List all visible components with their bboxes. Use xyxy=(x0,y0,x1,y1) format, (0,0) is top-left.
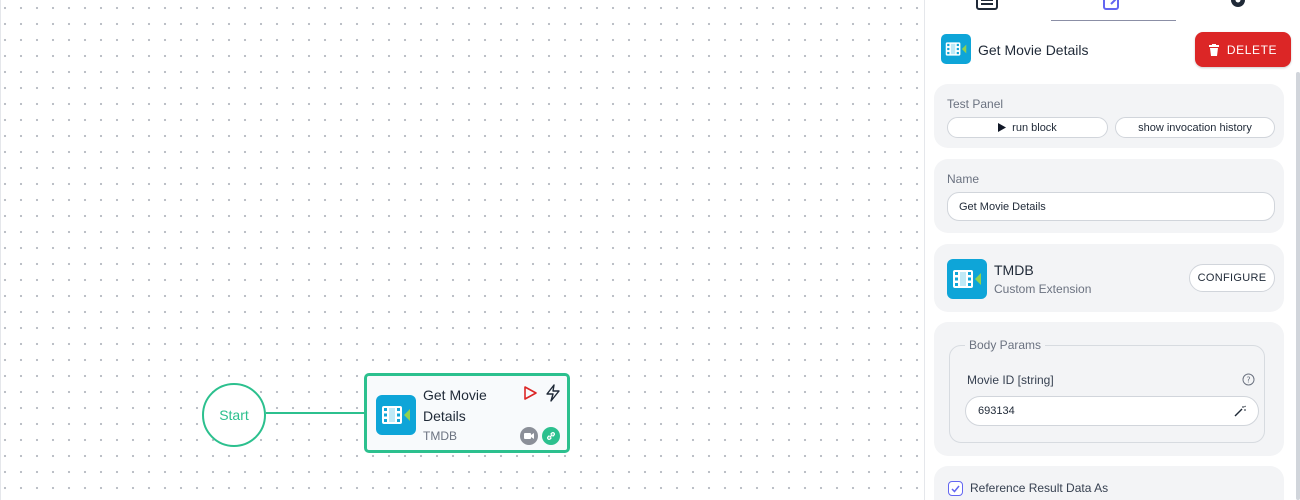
delete-button-label: DELETE xyxy=(1226,42,1278,57)
help-icon[interactable]: ? xyxy=(1242,373,1255,386)
configure-button-label: CONFIGURE xyxy=(1197,272,1267,284)
list-icon[interactable] xyxy=(976,0,998,10)
block-node-subtitle: TMDB xyxy=(423,429,457,443)
active-tab-indicator xyxy=(1051,20,1176,21)
body-params-card: Body Params Movie ID [string] ? 693134 xyxy=(934,322,1284,456)
start-node-label: Start xyxy=(219,407,249,423)
trash-icon xyxy=(1208,43,1219,56)
flow-edge[interactable] xyxy=(266,412,366,414)
block-node-get-movie-details[interactable]: Get Movie Details TMDB xyxy=(364,373,570,453)
name-label: Name xyxy=(947,172,980,186)
body-params-legend: Body Params xyxy=(965,338,1046,352)
film-icon xyxy=(376,395,416,435)
extension-card: TMDB Custom Extension CONFIGURE xyxy=(934,244,1284,312)
panel-scrollbar[interactable] xyxy=(1296,72,1300,500)
name-card: Name Get Movie Details xyxy=(934,159,1284,233)
film-icon xyxy=(941,34,971,64)
start-node[interactable]: Start xyxy=(202,383,266,447)
properties-panel: Get Movie Details DELETE Test Panel run … xyxy=(924,0,1300,500)
movie-id-input[interactable]: 693134 xyxy=(965,396,1259,426)
panel-tabbar xyxy=(925,0,1300,22)
panel-header: Get Movie Details DELETE xyxy=(941,32,1291,67)
play-icon xyxy=(998,123,1007,132)
gear-icon[interactable] xyxy=(1227,0,1249,10)
link-icon xyxy=(542,427,560,445)
name-input-value: Get Movie Details xyxy=(959,200,1046,213)
run-block-button[interactable]: run block xyxy=(947,117,1108,138)
panel-title: Get Movie Details xyxy=(978,42,1089,58)
movie-id-label: Movie ID [string] xyxy=(967,373,1054,387)
delete-button[interactable]: DELETE xyxy=(1195,32,1291,67)
edit-icon[interactable] xyxy=(1102,0,1124,10)
magic-wand-icon[interactable] xyxy=(1233,405,1246,418)
extension-type: Custom Extension xyxy=(994,282,1092,296)
run-block-label: run block xyxy=(1012,121,1057,134)
svg-text:?: ? xyxy=(1246,376,1250,385)
reference-card: Reference Result Data As xyxy=(934,466,1284,500)
body-params-fieldset xyxy=(949,345,1265,443)
camera-icon xyxy=(520,427,538,445)
name-input[interactable]: Get Movie Details xyxy=(947,192,1275,221)
reference-checkbox[interactable] xyxy=(948,481,963,496)
test-panel-card: Test Panel run block show invocation his… xyxy=(934,84,1284,148)
checkmark-icon xyxy=(951,485,960,493)
lightning-icon[interactable] xyxy=(545,384,561,402)
flow-canvas[interactable]: Start Get Movie Details TMDB xyxy=(0,0,924,500)
show-invocation-history-button[interactable]: show invocation history xyxy=(1115,117,1275,138)
movie-id-value: 693134 xyxy=(978,405,1015,417)
film-icon xyxy=(947,259,987,299)
show-invocation-history-label: show invocation history xyxy=(1138,121,1252,134)
extension-name: TMDB xyxy=(994,262,1034,278)
block-node-title: Get Movie Details xyxy=(423,387,487,424)
configure-button[interactable]: CONFIGURE xyxy=(1189,264,1275,292)
test-panel-label: Test Panel xyxy=(947,97,1004,111)
reference-label: Reference Result Data As xyxy=(970,481,1109,495)
play-icon[interactable] xyxy=(522,385,538,401)
